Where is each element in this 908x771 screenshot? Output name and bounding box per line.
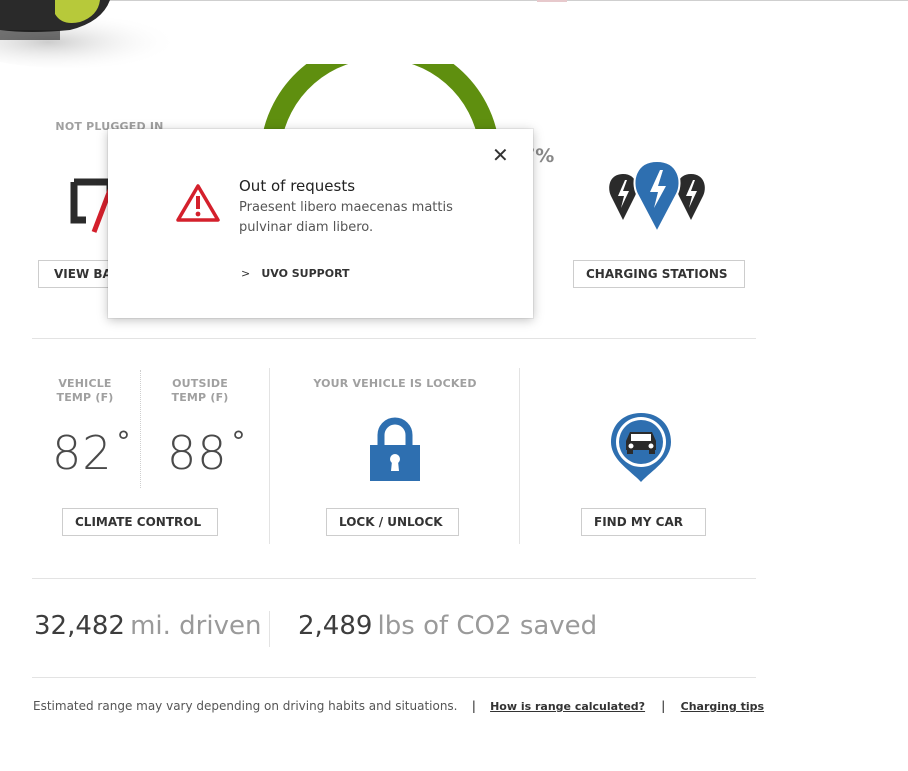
section-divider-3 xyxy=(32,677,756,678)
warning-icon xyxy=(176,184,220,222)
footer-separator-2: | xyxy=(661,699,666,713)
co2-saved-value: 2,489 xyxy=(298,611,373,641)
miles-driven-unit: mi. driven xyxy=(130,611,262,641)
car-location-pin-icon xyxy=(611,413,671,482)
dialog-message-line2: pulvinar diam libero. xyxy=(239,220,374,235)
climate-control-button[interactable]: CLIMATE CONTROL xyxy=(62,508,218,536)
column-divider-2 xyxy=(519,368,520,544)
vehicle-temp-label: VEHICLE TEMP (F) xyxy=(45,377,125,405)
outside-temp-value: 88 xyxy=(167,426,228,480)
view-battery-button[interactable]: VIEW BAT xyxy=(38,260,119,288)
charging-stations-button[interactable]: CHARGING STATIONS xyxy=(573,260,745,288)
dialog-message-line1: Praesent libero maecenas mattis xyxy=(239,200,453,215)
climate-control-label: CLIMATE CONTROL xyxy=(75,515,202,529)
find-my-car-button[interactable]: FIND MY CAR xyxy=(581,508,706,536)
outside-temp-label: OUTSIDE TEMP (F) xyxy=(160,377,240,405)
range-calculation-link[interactable]: How is range calculated? xyxy=(490,700,645,713)
lock-status-label: YOUR VEHICLE IS LOCKED xyxy=(313,377,477,390)
uvo-support-label: UVO SUPPORT xyxy=(261,267,350,280)
co2-saved-unit: lbs of CO2 saved xyxy=(377,611,598,641)
co2-saved-stat: 2,489 lbs of CO2 saved xyxy=(298,611,597,641)
vehicle-temp: 82 ° xyxy=(52,425,131,480)
miles-driven-value: 32,482 xyxy=(34,611,125,641)
lock-unlock-button[interactable]: LOCK / UNLOCK xyxy=(326,508,459,536)
vehicle-temp-value: 82 xyxy=(52,426,113,480)
dialog-message: Praesent libero maecenas mattis pulvinar… xyxy=(239,198,479,238)
vehicle-temp-label-line1: VEHICLE xyxy=(58,377,112,390)
charging-tips-link[interactable]: Charging tips xyxy=(681,700,764,713)
out-of-requests-dialog: ✕ Out of requests Praesent libero maecen… xyxy=(108,129,533,318)
section-divider xyxy=(32,338,756,339)
lock-unlock-label: LOCK / UNLOCK xyxy=(339,515,443,529)
charging-stations-label: CHARGING STATIONS xyxy=(586,267,728,281)
footer: Estimated range may vary depending on dr… xyxy=(33,695,764,714)
top-accent-mark xyxy=(537,0,567,2)
charging-stations-icon xyxy=(609,160,705,234)
outside-temp: 88 ° xyxy=(167,425,246,480)
range-disclaimer: Estimated range may vary depending on dr… xyxy=(33,699,458,713)
temp-divider xyxy=(140,370,141,488)
outside-temp-label-line1: OUTSIDE xyxy=(172,377,228,390)
padlock-icon xyxy=(370,417,420,481)
vehicle-temp-degree: ° xyxy=(116,425,131,458)
section-divider-2 xyxy=(32,578,756,579)
car-image xyxy=(0,0,180,68)
chevron-right-icon: > xyxy=(241,267,251,280)
footer-separator: | xyxy=(471,699,476,713)
dialog-title: Out of requests xyxy=(239,177,356,195)
vehicle-temp-label-line2: TEMP (F) xyxy=(56,391,114,404)
stats-divider xyxy=(269,611,270,647)
close-icon[interactable]: ✕ xyxy=(492,143,509,167)
miles-driven-stat: 32,482 mi. driven xyxy=(34,611,261,641)
column-divider-1 xyxy=(269,368,270,544)
uvo-support-link[interactable]: > UVO SUPPORT xyxy=(241,262,350,281)
outside-temp-label-line2: TEMP (F) xyxy=(171,391,229,404)
find-my-car-label: FIND MY CAR xyxy=(594,515,683,529)
outside-temp-degree: ° xyxy=(231,425,246,458)
